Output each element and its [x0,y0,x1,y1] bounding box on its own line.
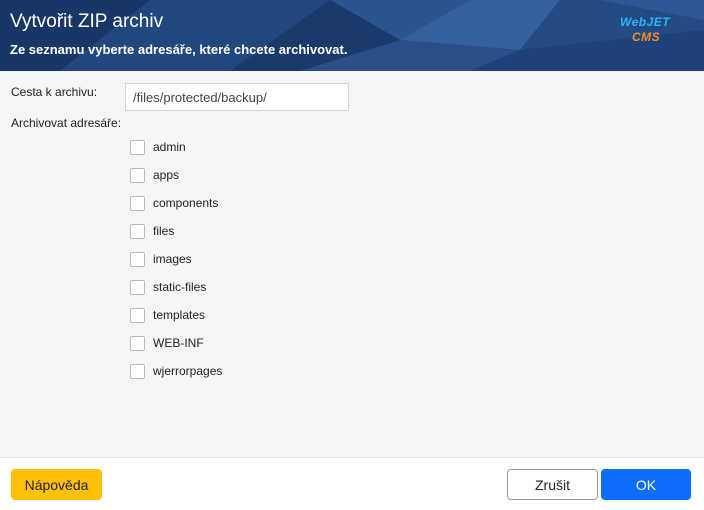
directory-checkbox[interactable] [130,167,145,183]
directory-item[interactable]: templates [130,301,222,329]
dialog-title: Vytvořit ZIP archiv [10,11,164,32]
ok-button[interactable]: OK [601,469,691,500]
logo-text-bottom: CMS [632,30,661,44]
directory-label: apps [153,168,180,182]
directory-list: admin apps components files images static-fil… [130,133,222,385]
directory-item[interactable]: files [130,217,222,245]
dialog-subtitle: Ze seznamu vyberte adresáře, které chcet… [10,42,348,57]
archive-directories-label: Archivovat adresáře: [11,116,122,130]
dialog-footer: Nápověda Zrušit OK [0,457,704,510]
directory-checkbox[interactable] [130,307,145,323]
dialog-body: Cesta k archivu: Archivovat adresáře: ad… [0,71,704,457]
directory-label: admin [153,140,186,154]
directory-item[interactable]: static-files [130,273,222,301]
directory-checkbox[interactable] [130,363,145,379]
webjet-cms-logo: WebJET CMS [616,15,680,49]
directory-label: static-files [153,280,207,294]
directory-checkbox[interactable] [130,223,145,239]
directory-checkbox[interactable] [130,139,145,155]
directory-item[interactable]: WEB-INF [130,329,222,357]
directory-label: files [153,224,175,238]
archive-path-input[interactable] [125,83,349,111]
archive-path-label: Cesta k archivu: [11,85,98,99]
logo-text-top: WebJET [620,15,671,29]
directory-checkbox[interactable] [130,195,145,211]
directory-item[interactable]: components [130,189,222,217]
help-button[interactable]: Nápověda [11,469,102,500]
directory-checkbox[interactable] [130,335,145,351]
directory-item[interactable]: wjerrorpages [130,357,222,385]
directory-item[interactable]: images [130,245,222,273]
directory-item[interactable]: apps [130,161,222,189]
directory-label: images [153,252,192,266]
directory-label: components [153,196,219,210]
directory-label: templates [153,308,206,322]
directory-item[interactable]: admin [130,133,222,161]
dialog-header: Vytvořit ZIP archiv Ze seznamu vyberte a… [0,0,704,71]
cancel-button[interactable]: Zrušit [507,469,598,500]
directory-checkbox[interactable] [130,251,145,267]
directory-checkbox[interactable] [130,279,145,295]
directory-label: wjerrorpages [153,364,223,378]
directory-label: WEB-INF [153,336,204,350]
